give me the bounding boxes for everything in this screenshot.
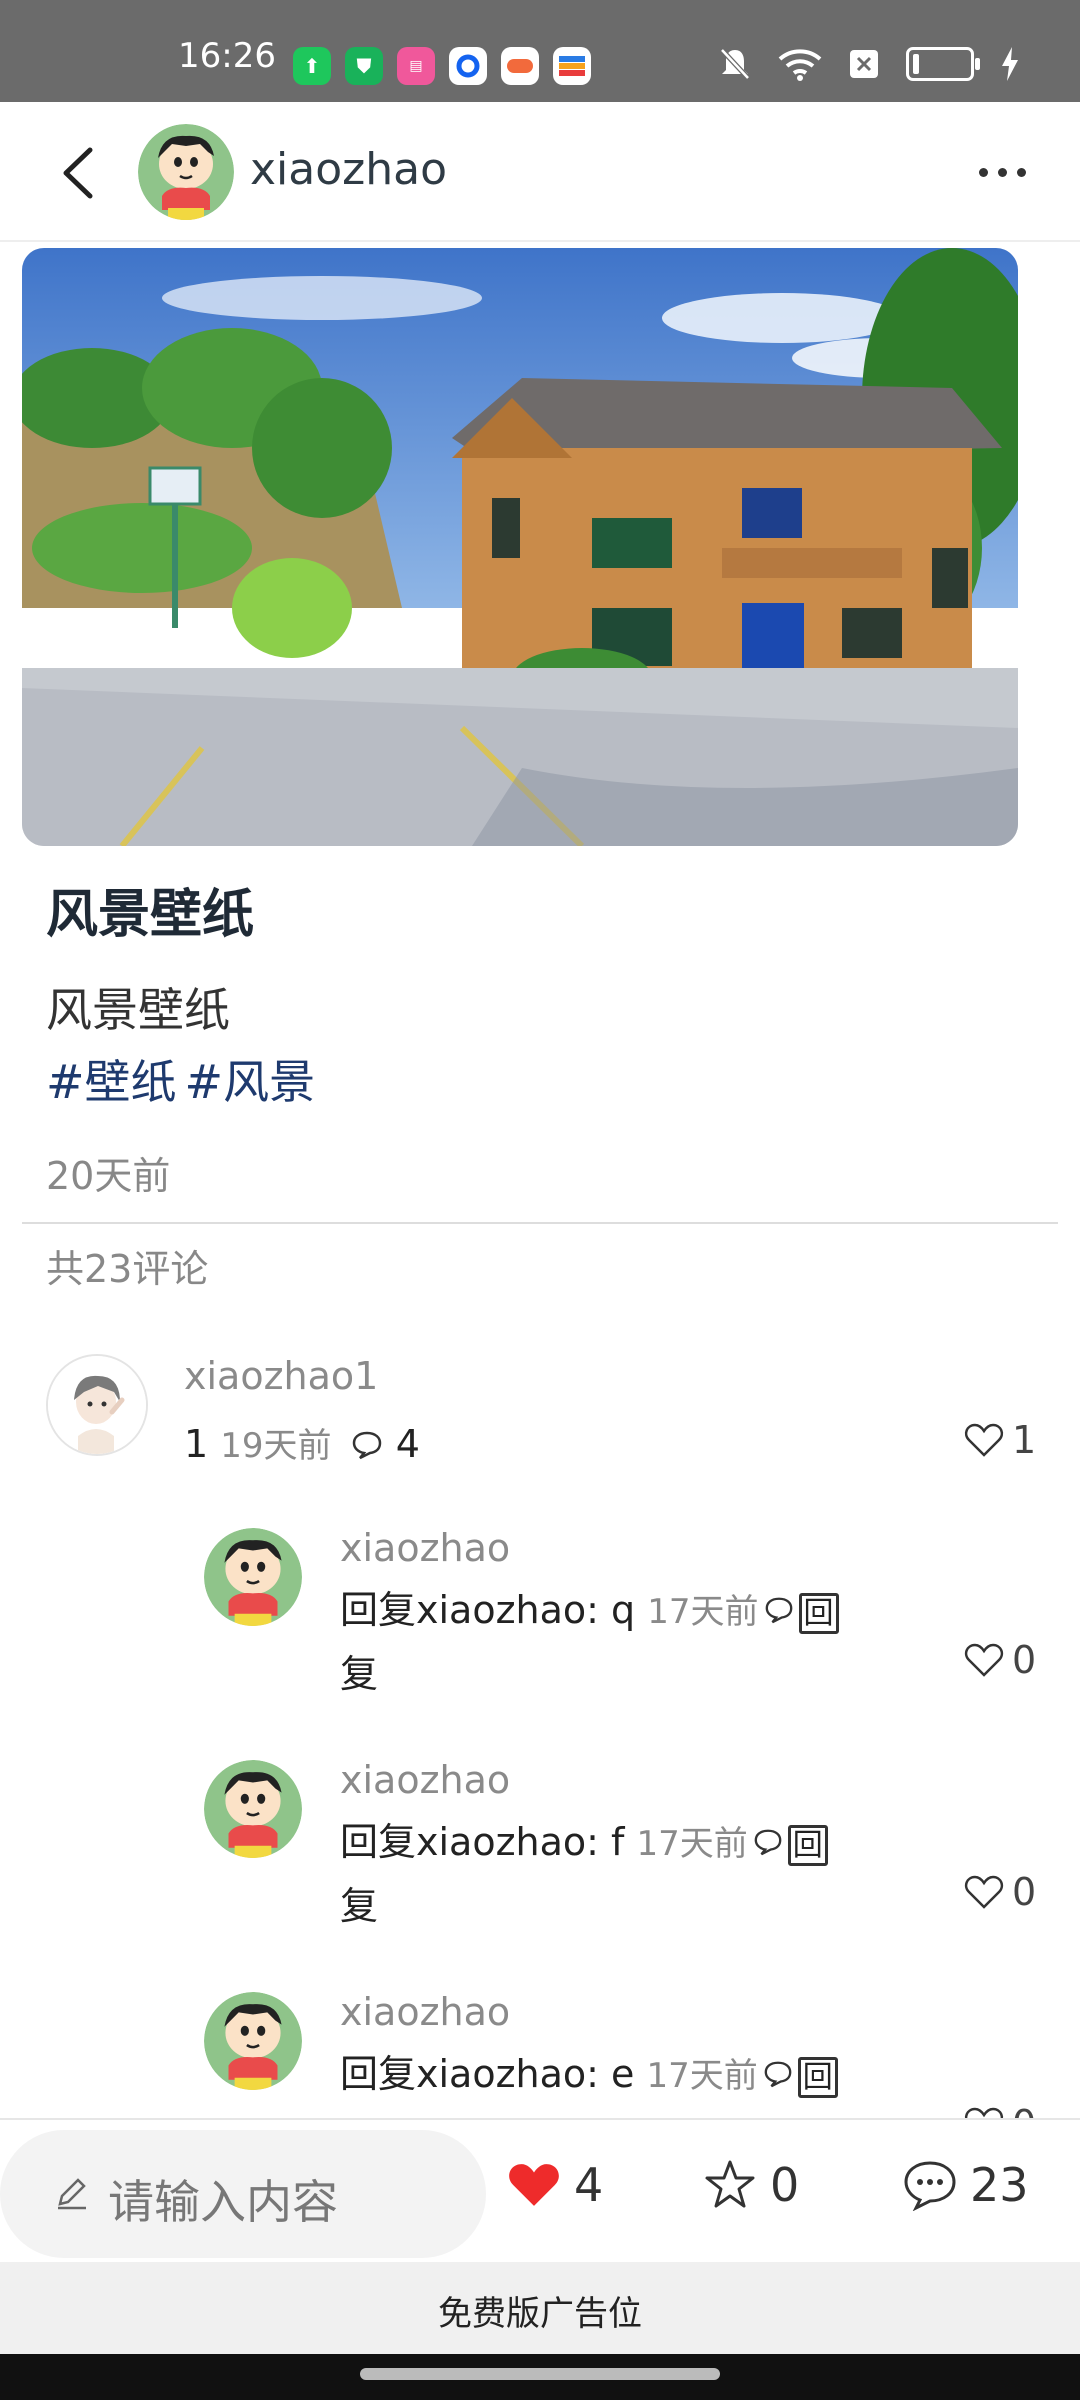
heart-outline-icon[interactable] — [964, 1422, 1004, 1458]
comment-item: xiaozhao1 1 19天前 4 1 — [0, 1340, 1080, 1490]
reply-body: 回复xiaozhao: e — [340, 2052, 635, 2096]
shield-app-icon: ⛊ — [345, 47, 383, 85]
no-sim-icon — [850, 50, 878, 78]
reply-action-cont[interactable]: 复 — [340, 1884, 378, 1928]
tag-link[interactable]: #风景 — [185, 1055, 316, 1109]
reply-text: 回复xiaozhao: q 17天前回复 — [340, 1580, 860, 1704]
commenter-username[interactable]: xiaozhao1 — [184, 1354, 378, 1398]
system-icons — [718, 46, 1020, 82]
comment-like[interactable]: 1 — [964, 1418, 1036, 1462]
post-tags: #壁纸 #风景 — [46, 1046, 323, 1112]
reply-action[interactable]: 回 — [787, 1825, 828, 1866]
reply-item: xiaozhao 回复xiaozhao: f 17天前回复 0 — [0, 1752, 1080, 1972]
heart-outline-icon[interactable] — [964, 1874, 1004, 1910]
favorite-count: 0 — [770, 2158, 800, 2212]
reply-time: 17天前 — [636, 1824, 748, 1864]
battery-icon — [906, 47, 980, 81]
reply-bubble-icon[interactable] — [752, 1827, 784, 1857]
reply-username[interactable]: xiaozhao — [340, 1990, 510, 2034]
reply-bubble-icon[interactable] — [763, 1595, 795, 1625]
input-placeholder: 请输入内容 — [108, 2175, 338, 2229]
reply-username[interactable]: xiaozhao — [340, 1758, 510, 1802]
charging-bolt-icon — [1002, 47, 1018, 81]
reply-bubble-icon[interactable] — [762, 2059, 794, 2089]
reply-body: 回复xiaozhao: q — [340, 1588, 636, 1632]
reply-avatar[interactable] — [204, 1992, 302, 2090]
reply-action[interactable]: 回 — [798, 1593, 839, 1634]
reply-action[interactable]: 回 — [797, 2057, 838, 2098]
divider — [22, 1222, 1058, 1224]
back-arrow-icon[interactable] — [56, 146, 102, 200]
bottom-action-bar: 请输入内容 4 0 23 — [0, 2118, 1080, 2264]
more-options-icon[interactable] — [979, 168, 1026, 177]
commenter-avatar[interactable] — [46, 1354, 148, 1456]
reply-time: 17天前 — [646, 2056, 758, 2096]
status-bar: 16:26 ⬆ ⛊ ▤ — [0, 0, 1080, 102]
comment-total: 23 — [970, 2158, 1029, 2212]
upload-app-icon: ⬆ — [293, 47, 331, 85]
post-image[interactable] — [22, 248, 1018, 846]
system-nav-bar — [0, 2354, 1080, 2400]
reply-avatar[interactable] — [204, 1760, 302, 1858]
wifi-icon — [778, 49, 822, 81]
comment-text: 1 19天前 4 — [184, 1414, 420, 1476]
tag-link[interactable]: #壁纸 — [46, 1055, 177, 1109]
reply-body: 回复xiaozhao: f — [340, 1820, 625, 1864]
post-body: 风景壁纸 — [46, 983, 230, 1037]
comment-bubble-icon — [904, 2161, 956, 2211]
reply-like[interactable]: 0 — [964, 1638, 1036, 1682]
home-gesture-bar[interactable] — [360, 2368, 720, 2380]
post-title: 风景壁纸 — [46, 885, 255, 945]
circle-app-icon — [449, 47, 487, 85]
author-avatar[interactable] — [138, 124, 234, 220]
favorite-button[interactable]: 0 — [702, 2158, 799, 2212]
comment-button[interactable]: 23 — [902, 2158, 1029, 2212]
status-time: 16:26 — [178, 36, 276, 76]
like-button[interactable]: 4 — [506, 2158, 603, 2212]
reply-time: 17天前 — [647, 1592, 759, 1632]
reply-bubble-icon[interactable] — [350, 1429, 384, 1461]
comment-count-label: 共23评论 — [46, 1247, 209, 1291]
wallet-app-icon — [553, 47, 591, 85]
post-header: xiaozhao — [0, 102, 1080, 242]
ad-banner[interactable]: 免费版广告位 — [0, 2262, 1080, 2354]
pen-icon — [58, 2178, 86, 2210]
like-count: 1 — [1012, 1418, 1037, 1462]
bilibili-app-icon: ▤ — [397, 47, 435, 85]
comment-input[interactable]: 请输入内容 — [0, 2130, 486, 2258]
reply-avatar[interactable] — [204, 1528, 302, 1626]
author-username[interactable]: xiaozhao — [250, 144, 447, 195]
comment-time: 19天前 — [220, 1426, 332, 1466]
like-count: 0 — [1012, 1870, 1037, 1914]
notification-app-icons: ⬆ ⛊ ▤ — [293, 47, 591, 85]
reply-like[interactable]: 0 — [964, 1870, 1036, 1914]
like-count: 4 — [574, 2158, 604, 2212]
game-app-icon — [501, 47, 539, 85]
heart-filled-icon — [509, 2164, 559, 2206]
reply-text: 回复xiaozhao: e 17天前回 — [340, 2044, 860, 2108]
heart-outline-icon[interactable] — [964, 1642, 1004, 1678]
reply-action-cont[interactable]: 复 — [340, 1652, 378, 1696]
reply-item: xiaozhao 回复xiaozhao: q 17天前回复 0 — [0, 1520, 1080, 1740]
star-icon — [705, 2160, 755, 2208]
reply-username[interactable]: xiaozhao — [340, 1526, 510, 1570]
reply-text: 回复xiaozhao: f 17天前回复 — [340, 1812, 860, 1936]
comment-body: 1 — [184, 1422, 209, 1466]
like-count: 0 — [1012, 1638, 1037, 1682]
mute-bell-icon — [720, 48, 750, 80]
post-time: 20天前 — [46, 1154, 171, 1198]
ad-label: 免费版广告位 — [438, 2294, 642, 2334]
reply-count[interactable]: 4 — [396, 1422, 420, 1466]
